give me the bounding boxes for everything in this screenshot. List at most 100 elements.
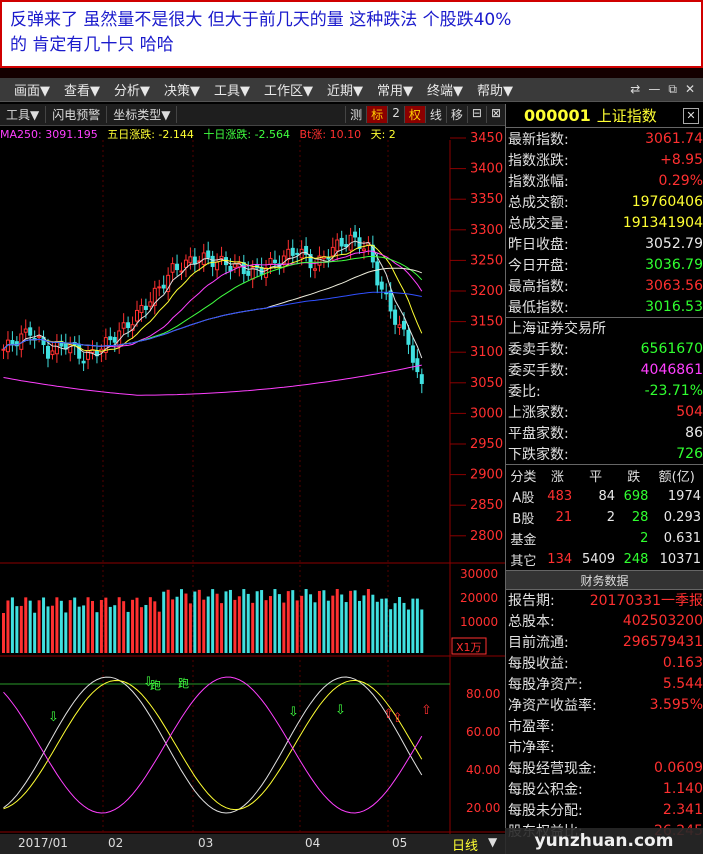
period-dropdown-icon[interactable]: ▼ [488,835,497,849]
arrow-up-icon: ⇧ [421,703,432,718]
rights-button[interactable]: 权 [403,106,425,123]
price-tick: 3450 [470,131,503,146]
menu-decision[interactable]: 决策▼ [150,80,200,99]
volume-bar [46,606,50,653]
volume-bar [15,606,19,653]
candle-body [330,246,335,257]
menu-screen[interactable]: 画面▼ [0,80,50,99]
menu-help[interactable]: 帮助▼ [463,80,513,99]
flash-alert-button[interactable]: 闪电预警 [46,106,108,123]
finance-row-label: 每股净资产: [508,677,583,693]
finance-row: 报告期: 20170331一季报 [506,590,703,611]
finance-row-label: 每股未分配: [508,803,583,819]
menu-common[interactable]: 常用▼ [363,80,413,99]
price-tick: 2900 [470,468,503,483]
quote-row-label: 总成交额: [508,194,569,211]
volume-axis: 30000 20000 10000 [460,567,498,629]
two-button[interactable]: 2 [387,106,404,123]
close-icon[interactable]: ✕ [683,107,699,124]
finance-row-label: 每股收益: [508,656,569,672]
volume-bar [349,590,353,653]
volume-bar [384,598,388,653]
stock-name: 上证指数 [596,107,657,125]
quote-row-value: 0.29% [658,172,703,189]
quote-row-value: 3061.74 [645,130,703,147]
arrow-up-icon: ⇧ [392,711,403,726]
volume-bar [273,589,277,653]
menu-tools[interactable]: 工具▼ [200,80,250,99]
candle-body [54,341,59,355]
menu-analysis[interactable]: 分析▼ [100,80,150,99]
candle-body [37,335,42,338]
period-tab[interactable]: 日线 [452,835,478,854]
close-icon[interactable]: ✕ [685,82,695,97]
volume-bar [86,597,90,653]
chart-toolbar: 工具▼ 闪电预警 坐标类型▼ 测 标 2 权 线 移 ⊟ ⊠ [0,104,505,126]
quote-row-label: 今日开盘: [508,257,569,274]
volume-bar [10,597,14,653]
breadth-cell-cat: A股 [512,490,535,506]
price-tick: 3050 [470,376,503,391]
candle-body [210,255,215,267]
candle-body [375,261,380,286]
restore-icon[interactable]: ⧉ [668,82,677,97]
volume-bar [228,589,232,653]
menu-terminal[interactable]: 终端▼ [413,80,463,99]
breadth-table: 分类 涨 平 跌 额(亿) A股 483 84 698 1974 B股 21 2 28 0.293… [506,464,703,570]
arrow-down-icon: ⇩ [288,705,299,720]
candle-body [290,247,295,256]
tools-dropdown[interactable]: 工具▼ [0,106,47,123]
breadth-cell-flat: 2 [606,509,616,525]
finance-row-label: 总股本: [508,614,555,630]
quote-row-value: 3052.79 [645,235,703,252]
candle-body [81,360,86,364]
stock-code: 000001 [524,106,591,125]
minimize-icon[interactable]: — [648,82,660,97]
finance-row-label: 市盈率: [508,719,555,735]
volume-bar [117,597,121,653]
breadth-cell-up [541,528,574,549]
switch-icon[interactable]: ⇄ [630,82,640,97]
volume-bar [313,602,317,653]
breadth-row: 基金 2 0.631 [506,528,703,549]
quote-row-value: +8.95 [660,151,703,168]
finance-row: 净资产收益率: 3.595% [506,695,703,716]
volume-bar [108,606,112,653]
candle-body [10,340,15,346]
volume-bar [415,598,419,653]
volume-bar [193,591,197,653]
candle-body [175,263,180,271]
volume-bar [358,600,361,653]
collapse-icon[interactable]: ⊟ [466,106,486,123]
breadth-header: 分类 [510,469,537,485]
volume-bar [50,605,54,653]
date-label-5: 05 [392,836,408,850]
volume-bar [144,604,148,653]
finance-row: 每股收益: 0.163 [506,653,703,674]
menu-workspace[interactable]: 工作区▼ [250,80,313,99]
exchange-row-value: 504 [676,403,703,420]
mark-button[interactable]: 标 [366,106,388,123]
price-tick: 3400 [470,162,503,177]
kline-chart[interactable]: 3450 3400 3350 3300 3250 3200 3150 3100 3050 3000… [0,126,505,834]
expand-icon[interactable]: ⊠ [485,106,505,123]
breadth-cell-amt: 0.631 [663,530,701,546]
menu-recent[interactable]: 近期▼ [313,80,363,99]
volume-bar [202,599,206,653]
candle-body [139,304,144,314]
volume-bar [233,599,237,653]
quote-row-label: 指数涨跌: [508,152,569,169]
line-button[interactable]: 线 [424,106,446,123]
volume-bar [406,609,410,653]
candle-body [402,320,406,330]
oscillator-tick: 60.00 [466,725,500,739]
oscillator-tick: 80.00 [466,687,500,701]
candle-body [219,255,224,260]
axis-type-dropdown[interactable]: 坐标类型▼ [107,106,178,123]
measure-button[interactable]: 测 [345,106,366,123]
price-tick: 3000 [470,406,503,421]
menu-view[interactable]: 查看▼ [50,80,100,99]
move-button[interactable]: 移 [445,106,467,123]
volume-bar [224,591,228,653]
candle-body [183,259,188,268]
